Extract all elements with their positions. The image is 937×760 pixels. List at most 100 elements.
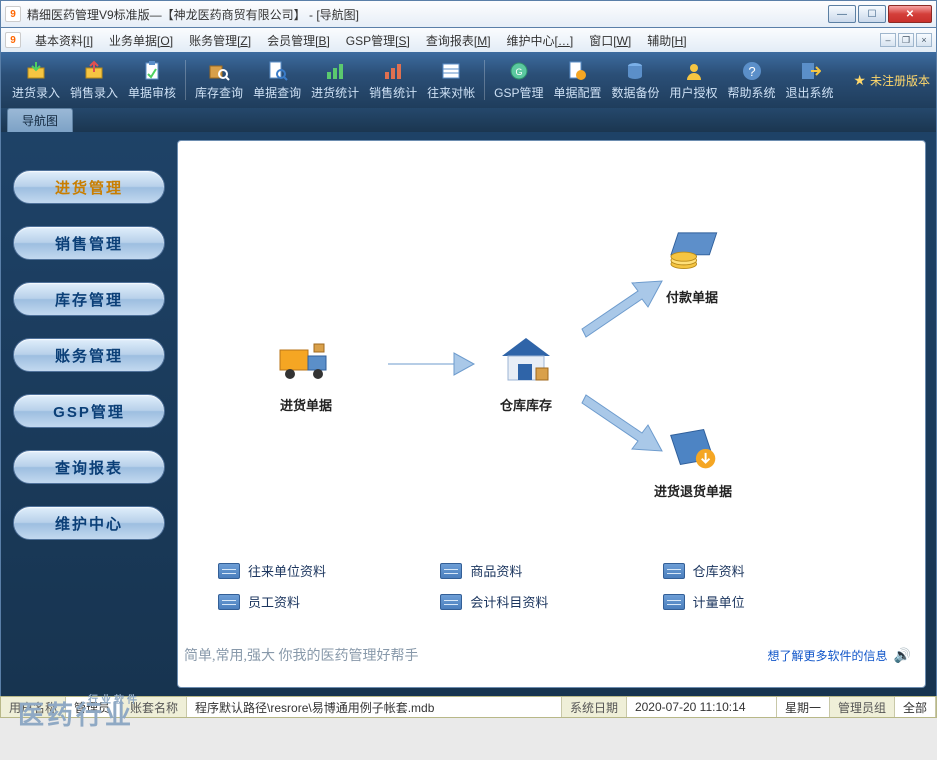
sidebar-item-查询报表[interactable]: 查询报表 — [13, 450, 165, 484]
app-icon: 9 — [5, 6, 21, 22]
tool-label: 单据查询 — [253, 84, 301, 101]
toolbar-separator — [484, 60, 485, 100]
menu-业务单据[interactable]: 业务单据[O] — [101, 32, 181, 50]
status-group: 全部 — [895, 697, 936, 717]
tool-用户授权[interactable]: 用户授权 — [665, 57, 723, 104]
menu-辅助[interactable]: 辅助[H] — [639, 32, 694, 50]
user-auth-icon — [683, 60, 705, 82]
arrow-up-icon — [576, 271, 670, 341]
speaker-icon[interactable]: 🔊 — [894, 647, 911, 664]
main-area: 进货管理销售管理库存管理账务管理GSP管理查询报表维护中心 进货单据 仓库库存 … — [0, 132, 937, 696]
tool-帮助系统[interactable]: ?帮助系统 — [723, 57, 781, 104]
tool-数据备份[interactable]: 数据备份 — [606, 57, 664, 104]
mdi-minimize-button[interactable]: – — [880, 33, 896, 47]
quicklink-label: 仓库资料 — [693, 561, 745, 580]
node-label: 进货退货单据 — [654, 481, 732, 500]
menu-账务管理[interactable]: 账务管理[Z] — [181, 32, 259, 50]
tool-label: 用户授权 — [670, 84, 718, 101]
sidebar-item-维护中心[interactable]: 维护中心 — [13, 506, 165, 540]
node-label: 进货单据 — [274, 395, 338, 414]
svg-text:G: G — [515, 67, 522, 77]
tool-库存查询[interactable]: 库存查询 — [190, 57, 248, 104]
tool-GSP管理[interactable]: G GSP管理 — [489, 57, 548, 104]
quicklink-计量单位[interactable]: 计量单位 — [663, 592, 885, 611]
quicklink-label: 往来单位资料 — [248, 561, 326, 580]
sidebar-item-GSP管理[interactable]: GSP管理 — [13, 394, 165, 428]
doc-search-icon — [266, 60, 288, 82]
sidebar-item-进货管理[interactable]: 进货管理 — [13, 170, 165, 204]
node-warehouse[interactable]: 仓库库存 — [494, 333, 558, 414]
sidebar-item-库存管理[interactable]: 库存管理 — [13, 282, 165, 316]
tool-label: GSP管理 — [494, 84, 543, 101]
brand-sub: 行业软件 — [88, 691, 140, 706]
menubar: 9 基本资料[I]业务单据[O]账务管理[Z]会员管理[B]GSP管理[S]查询… — [0, 28, 937, 52]
ledger-icon — [440, 60, 462, 82]
truck-icon — [274, 333, 338, 389]
tool-销售统计[interactable]: 销售统计 — [364, 57, 422, 104]
minimize-button[interactable]: — — [828, 5, 856, 23]
tool-label: 往来对帐 — [427, 84, 475, 101]
status-group-label: 管理员组 — [830, 697, 895, 717]
tool-单据配置[interactable]: 单据配置 — [548, 57, 606, 104]
unregistered-notice[interactable]: ★ 未注册版本 — [853, 72, 930, 89]
tool-label: 单据配置 — [553, 84, 601, 101]
quicklink-商品资料[interactable]: 商品资料 — [440, 561, 662, 580]
quicklink-员工资料[interactable]: 员工资料 — [218, 592, 440, 611]
grid-icon — [440, 563, 462, 579]
warehouse-icon — [494, 333, 558, 389]
menu-基本资料[interactable]: 基本资料[I] — [27, 32, 101, 50]
menu-窗口[interactable]: 窗口[W] — [581, 32, 639, 50]
box-out-icon — [83, 60, 105, 82]
quicklink-label: 会计科目资料 — [470, 592, 548, 611]
db-backup-icon — [624, 60, 646, 82]
tool-单据审核[interactable]: 单据审核 — [123, 57, 181, 104]
tool-往来对帐[interactable]: 往来对帐 — [422, 57, 480, 104]
node-purchase-doc[interactable]: 进货单据 — [274, 333, 338, 414]
tool-label: 帮助系统 — [728, 84, 776, 101]
tool-label: 销售录入 — [70, 84, 118, 101]
menu-查询报表[interactable]: 查询报表[M] — [418, 32, 499, 50]
close-button[interactable]: ✕ — [888, 5, 932, 23]
status-acct: 程序默认路径\resrore\易博通用例子帐套.mdb — [187, 697, 562, 717]
node-label: 仓库库存 — [494, 395, 558, 414]
menu-会员管理[interactable]: 会员管理[B] — [259, 32, 338, 50]
mdi-restore-button[interactable]: ❐ — [898, 33, 914, 47]
maximize-button[interactable]: ☐ — [858, 5, 886, 23]
tool-label: 退出系统 — [786, 84, 834, 101]
content-panel: 进货单据 仓库库存 付款单据 进货退货单据 往来单位资料商品资料仓库资料员工资料… — [177, 140, 926, 688]
tool-进货统计[interactable]: 进货统计 — [306, 57, 364, 104]
menu-维护中心[interactable]: 维护中心[…] — [499, 32, 582, 50]
tool-label: 销售统计 — [369, 84, 417, 101]
tab-navigation[interactable]: 导航图 — [7, 108, 73, 132]
tool-label: 单据审核 — [128, 84, 176, 101]
statusbar: 用户名称 管理员 账套名称 程序默认路径\resrore\易博通用例子帐套.md… — [0, 696, 937, 718]
tool-单据查询[interactable]: 单据查询 — [248, 57, 306, 104]
grid-icon — [663, 563, 685, 579]
more-info-link[interactable]: 想了解更多软件的信息 — [768, 647, 888, 664]
mdi-close-button[interactable]: × — [916, 33, 932, 47]
quicklink-label: 商品资料 — [470, 561, 522, 580]
star-icon: ★ — [853, 72, 866, 89]
quick-links: 往来单位资料 商品资料 仓库资料员工资料 会计科目资料 计量单位 — [218, 561, 885, 611]
tool-label: 进货录入 — [12, 84, 60, 101]
tabstrip: 导航图 — [0, 108, 937, 132]
menu-GSP管理[interactable]: GSP管理[S] — [338, 32, 418, 50]
tool-label: 数据备份 — [611, 84, 659, 101]
window-title: 精细医药管理V9标准版—【神龙医药商贸有限公司】 - [导航图] — [27, 6, 828, 23]
tool-销售录入[interactable]: 销售录入 — [65, 57, 123, 104]
clipboard-icon — [141, 60, 163, 82]
quicklink-往来单位资料[interactable]: 往来单位资料 — [218, 561, 440, 580]
arrow-down-icon — [576, 391, 670, 461]
sidebar-item-账务管理[interactable]: 账务管理 — [13, 338, 165, 372]
quicklink-仓库资料[interactable]: 仓库资料 — [663, 561, 885, 580]
quicklink-会计科目资料[interactable]: 会计科目资料 — [440, 592, 662, 611]
quicklink-label: 计量单位 — [693, 592, 745, 611]
tool-进货录入[interactable]: 进货录入 — [7, 57, 65, 104]
grid-icon — [218, 563, 240, 579]
tool-退出系统[interactable]: 退出系统 — [781, 57, 839, 104]
sidebar-item-销售管理[interactable]: 销售管理 — [13, 226, 165, 260]
folder-return-icon — [661, 419, 725, 475]
brand-row: 简单,常用,强大 你我的医药管理好帮手 想了解更多软件的信息 🔊 — [178, 627, 925, 683]
doc-cfg-icon — [566, 60, 588, 82]
quicklink-label: 员工资料 — [248, 592, 300, 611]
